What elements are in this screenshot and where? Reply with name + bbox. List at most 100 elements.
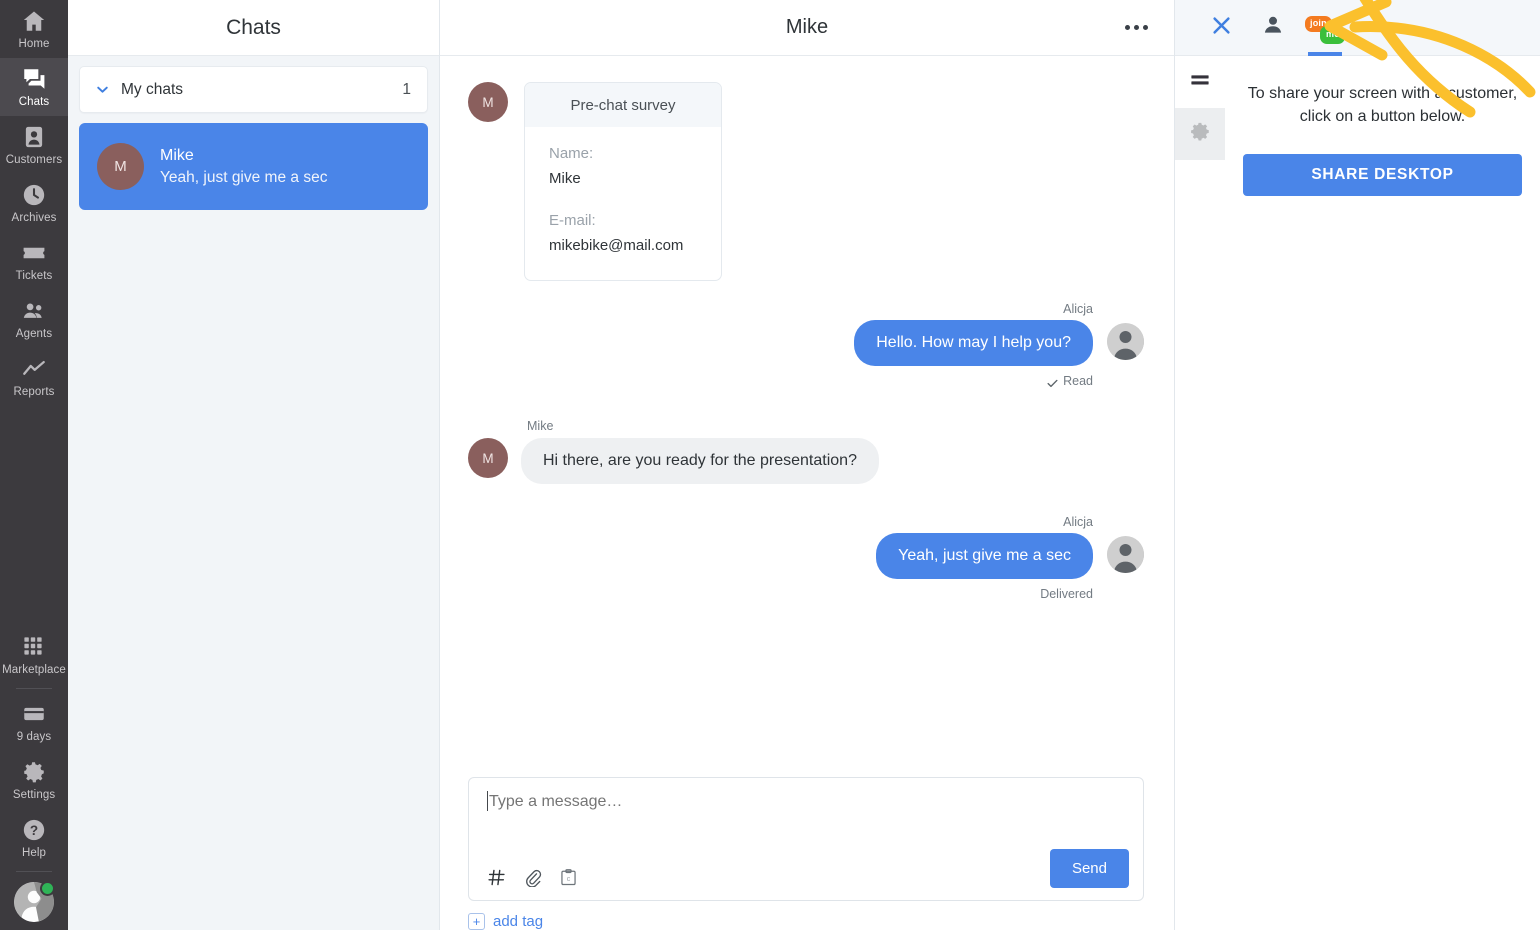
app-window: Home Chats Customers Archives Tickets Ag…: [0, 0, 1540, 930]
message-row-agent-1: Alicja Hello. How may I help you? Read: [468, 302, 1144, 388]
joinme-menu-button[interactable]: [1175, 56, 1225, 108]
sidebar-label-help: Help: [21, 846, 47, 859]
customer-details-tab[interactable]: [1247, 0, 1299, 56]
sidebar-label-archives: Archives: [11, 211, 57, 224]
close-panel-button[interactable]: [1195, 0, 1247, 56]
sidebar-item-customers[interactable]: Customers: [0, 116, 68, 174]
home-icon: [21, 8, 47, 34]
chat-item-texts: Mike Yeah, just give me a sec: [160, 144, 327, 190]
share-desktop-button[interactable]: SHARE DESKTOP: [1243, 154, 1522, 197]
paperclip-icon[interactable]: [523, 868, 542, 887]
marketplace-grid-icon: [21, 634, 47, 660]
message-column: Alicja Hello. How may I help you? Read: [854, 302, 1093, 388]
sidebar-label-tickets: Tickets: [15, 269, 53, 282]
ellipsis-icon[interactable]: [1125, 25, 1148, 30]
message-bubble: Yeah, just give me a sec: [876, 533, 1093, 579]
add-tag-button[interactable]: add tag: [493, 913, 543, 930]
status-online-dot: [40, 881, 55, 896]
integration-content: To share your screen with a customer, cl…: [1225, 56, 1540, 930]
svg-text:c: c: [567, 876, 571, 883]
survey-field-spacer: [549, 191, 697, 209]
message-status: Delivered: [1040, 587, 1093, 601]
sidebar-label-settings: Settings: [12, 788, 56, 801]
plus-icon[interactable]: +: [468, 913, 485, 930]
chat-group-count: 1: [402, 80, 411, 98]
message-status: Read: [1047, 374, 1093, 388]
survey-field-label: Name:: [549, 145, 594, 162]
gear-icon: [21, 759, 47, 785]
survey-field-value: Mike: [549, 169, 581, 187]
prechat-survey-message: M Pre-chat survey Name: Mike E-mail: mik…: [468, 82, 1144, 281]
sidebar-label-reports: Reports: [13, 385, 55, 398]
integration-panel: join me To share your screen with a cust…: [1175, 0, 1540, 930]
integration-panel-tabs: join me: [1175, 0, 1540, 56]
nav-secondary-group: Marketplace 9 days Settings ? Help: [0, 626, 68, 930]
tickets-icon: [21, 240, 47, 266]
hash-icon[interactable]: [487, 868, 506, 887]
message-input[interactable]: [487, 792, 1125, 812]
prechat-survey-heading: Pre-chat survey: [525, 83, 721, 127]
sidebar-label-agents: Agents: [15, 327, 53, 340]
sidebar-item-reports[interactable]: Reports: [0, 348, 68, 406]
avatar: M: [97, 143, 144, 190]
customer-person-icon: [1261, 13, 1285, 42]
sidebar-label-billing: 9 days: [16, 730, 52, 743]
joinme-logo-icon: join me: [1305, 15, 1346, 44]
svg-text:?: ?: [30, 823, 38, 838]
chat-list-body: My chats 1 M Mike Yeah, just give me a s…: [68, 56, 439, 220]
message-sender: Alicja: [1063, 514, 1093, 529]
sidebar-item-home[interactable]: Home: [0, 0, 68, 58]
chat-group-my-chats[interactable]: My chats 1: [79, 66, 428, 113]
main-nav-rail: Home Chats Customers Archives Tickets Ag…: [0, 0, 68, 930]
integration-side-icons: [1175, 56, 1225, 930]
current-agent-avatar[interactable]: [14, 881, 55, 922]
sidebar-item-settings[interactable]: Settings: [0, 751, 68, 809]
prechat-survey-card: Pre-chat survey Name: Mike E-mail: mikeb…: [524, 82, 722, 281]
sidebar-item-archives[interactable]: Archives: [0, 174, 68, 232]
help-question-icon: ?: [21, 817, 47, 843]
avatar: M: [468, 438, 508, 478]
close-x-icon: [1209, 13, 1234, 43]
chat-group-label: My chats: [121, 80, 184, 98]
sidebar-label-marketplace: Marketplace: [2, 663, 66, 676]
archives-clock-icon: [21, 182, 47, 208]
message-status-text: Read: [1063, 374, 1093, 388]
survey-field-label: E-mail:: [549, 211, 596, 229]
joinme-app-tab[interactable]: join me: [1299, 0, 1351, 56]
sidebar-item-marketplace[interactable]: Marketplace: [0, 626, 68, 684]
sidebar-item-chats[interactable]: Chats: [0, 58, 68, 116]
chats-icon: [21, 66, 47, 92]
joinme-settings-button[interactable]: [1175, 108, 1225, 160]
sidebar-label-chats: Chats: [18, 95, 50, 108]
avatar: [1107, 322, 1144, 360]
agents-icon: [21, 298, 47, 324]
avatar: [1107, 535, 1144, 573]
joinme-logo-me: me: [1320, 25, 1346, 44]
sidebar-label-home: Home: [18, 37, 50, 50]
message-bubble: Hi there, are you ready for the presenta…: [521, 437, 879, 484]
conversation-title: Mike: [785, 16, 829, 38]
text-caret: [487, 791, 488, 811]
message-column: Mike Hi there, are you ready for the pre…: [521, 420, 879, 484]
sidebar-label-customers: Customers: [5, 153, 63, 166]
sidebar-item-tickets[interactable]: Tickets: [0, 232, 68, 290]
message-row-customer-1: M Mike Hi there, are you ready for the p…: [468, 420, 1144, 484]
message-column: Alicja Yeah, just give me a sec Delivere…: [876, 514, 1093, 601]
send-button[interactable]: Send: [1049, 849, 1129, 888]
sidebar-item-billing[interactable]: 9 days: [0, 693, 68, 751]
chevron-down-icon: [96, 83, 109, 96]
nav-primary-group: Home Chats Customers Archives Tickets Ag…: [0, 0, 68, 406]
canned-response-icon[interactable]: c: [559, 868, 578, 887]
sidebar-item-help[interactable]: ? Help: [0, 809, 68, 867]
chat-list-item-mike[interactable]: M Mike Yeah, just give me a sec: [79, 123, 428, 210]
page-title: Chats: [226, 15, 281, 39]
message-group: Alicja Hello. How may I help you? Read: [854, 302, 1144, 388]
message-composer[interactable]: c Send: [468, 777, 1144, 901]
sidebar-item-agents[interactable]: Agents: [0, 290, 68, 348]
avatar: M: [468, 82, 508, 122]
message-bubble: Hello. How may I help you?: [854, 320, 1093, 366]
gear-icon: [1189, 120, 1212, 148]
message-group: Alicja Yeah, just give me a sec Delivere…: [876, 514, 1144, 601]
message-group: M Mike Hi there, are you ready for the p…: [468, 420, 879, 484]
chat-list-panel: Chats My chats 1 M Mike Yeah, just give …: [68, 0, 440, 930]
